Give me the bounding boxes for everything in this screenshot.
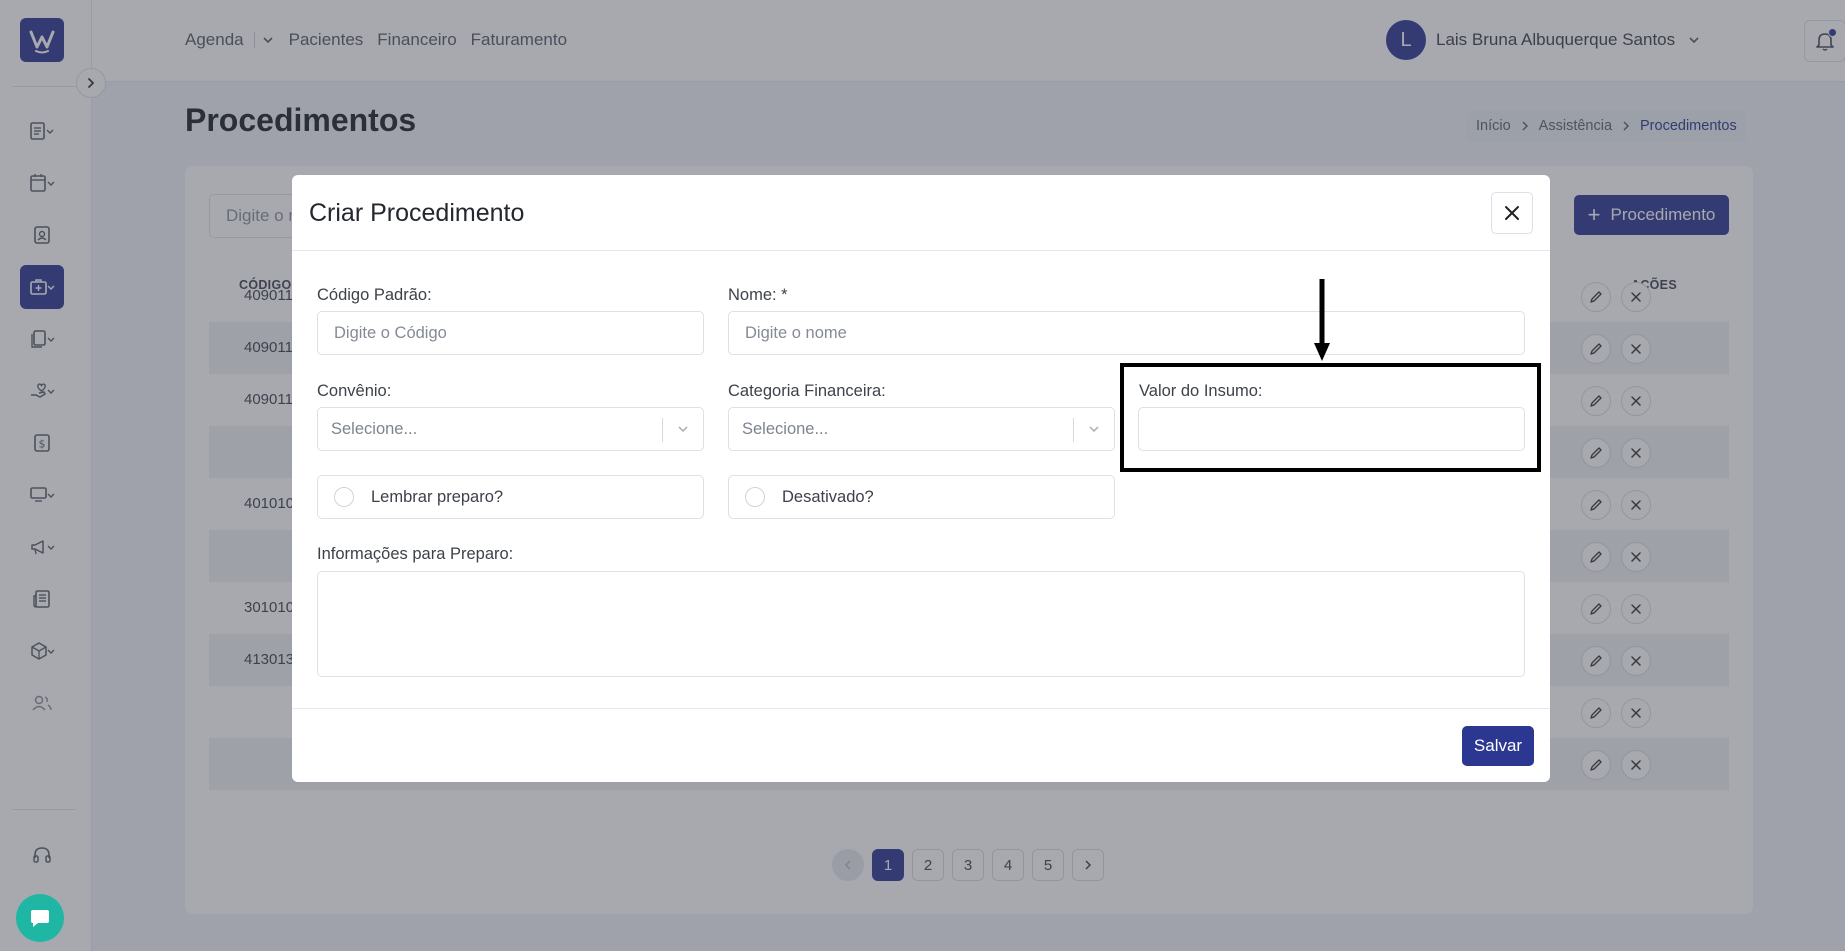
lembrar-preparo-label: Lembrar preparo? <box>371 488 504 506</box>
desativado-checkbox[interactable]: Desativado? <box>728 475 1115 519</box>
convenio-select[interactable]: Selecione... <box>317 407 704 451</box>
lembrar-preparo-checkbox[interactable]: Lembrar preparo? <box>317 475 704 519</box>
categoria-placeholder: Selecione... <box>742 420 829 438</box>
codigo-input[interactable]: Digite o Código <box>317 311 704 355</box>
checkbox-circle <box>334 487 354 507</box>
annotation-arrow-icon <box>1314 279 1330 361</box>
create-procedure-modal: Criar Procedimento Código Padrão: Digite… <box>292 175 1550 782</box>
categoria-label: Categoria Financeira: <box>728 382 886 400</box>
close-button[interactable] <box>1491 192 1533 234</box>
desativado-label: Desativado? <box>782 488 874 506</box>
save-button[interactable]: Salvar <box>1462 726 1534 766</box>
nome-label: Nome: * <box>728 286 788 304</box>
chat-button[interactable] <box>16 894 64 942</box>
checkbox-circle <box>745 487 765 507</box>
convenio-placeholder: Selecione... <box>331 420 418 438</box>
chevron-down-icon <box>1087 422 1101 436</box>
info-preparo-textarea[interactable] <box>317 571 1525 677</box>
select-separator <box>1073 418 1074 442</box>
chevron-down-icon <box>676 422 690 436</box>
modal-header: Criar Procedimento <box>292 175 1550 251</box>
close-icon <box>1505 206 1519 220</box>
annotation-highlight-box <box>1120 363 1541 472</box>
nome-input[interactable]: Digite o nome <box>728 311 1525 355</box>
convenio-label: Convênio: <box>317 382 392 400</box>
select-separator <box>662 418 663 442</box>
codigo-label: Código Padrão: <box>317 286 432 304</box>
chat-icon <box>31 910 49 927</box>
info-preparo-label: Informações para Preparo: <box>317 545 514 563</box>
modal-footer-divider <box>292 708 1550 709</box>
categoria-select[interactable]: Selecione... <box>728 407 1115 451</box>
modal-title: Criar Procedimento <box>309 199 525 227</box>
